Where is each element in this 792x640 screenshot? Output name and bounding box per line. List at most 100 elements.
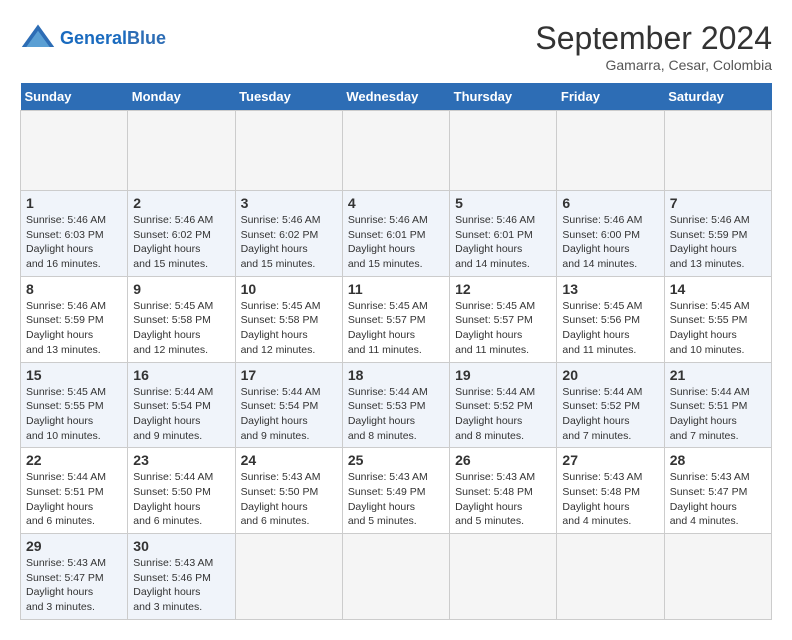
day-info: Sunrise: 5:45 AM Sunset: 5:58 PM Dayligh… [241,299,337,358]
header-thursday: Thursday [450,83,557,111]
calendar-day-cell [342,534,449,620]
page-header: GeneralBlue September 2024 Gamarra, Cesa… [20,20,772,73]
day-number: 26 [455,452,551,468]
calendar-day-cell [21,111,128,191]
calendar-week-row: 15 Sunrise: 5:45 AM Sunset: 5:55 PM Dayl… [21,362,772,448]
day-info: Sunrise: 5:44 AM Sunset: 5:50 PM Dayligh… [133,470,229,529]
day-info: Sunrise: 5:44 AM Sunset: 5:53 PM Dayligh… [348,385,444,444]
day-number: 2 [133,195,229,211]
day-info: Sunrise: 5:43 AM Sunset: 5:47 PM Dayligh… [670,470,766,529]
day-number: 5 [455,195,551,211]
day-info: Sunrise: 5:43 AM Sunset: 5:50 PM Dayligh… [241,470,337,529]
calendar-day-cell: 18 Sunrise: 5:44 AM Sunset: 5:53 PM Dayl… [342,362,449,448]
day-number: 29 [26,538,122,554]
logo-icon [20,20,56,56]
calendar-day-cell: 15 Sunrise: 5:45 AM Sunset: 5:55 PM Dayl… [21,362,128,448]
calendar-day-cell: 24 Sunrise: 5:43 AM Sunset: 5:50 PM Dayl… [235,448,342,534]
calendar-day-cell [235,534,342,620]
day-number: 13 [562,281,658,297]
day-number: 18 [348,367,444,383]
day-number: 20 [562,367,658,383]
calendar-table: Sunday Monday Tuesday Wednesday Thursday… [20,83,772,620]
day-info: Sunrise: 5:46 AM Sunset: 6:02 PM Dayligh… [241,213,337,272]
calendar-day-cell: 21 Sunrise: 5:44 AM Sunset: 5:51 PM Dayl… [664,362,771,448]
calendar-day-cell [450,111,557,191]
calendar-day-cell [342,111,449,191]
weekday-header-row: Sunday Monday Tuesday Wednesday Thursday… [21,83,772,111]
day-info: Sunrise: 5:46 AM Sunset: 6:01 PM Dayligh… [348,213,444,272]
day-number: 24 [241,452,337,468]
day-number: 14 [670,281,766,297]
day-info: Sunrise: 5:45 AM Sunset: 5:58 PM Dayligh… [133,299,229,358]
day-number: 17 [241,367,337,383]
calendar-day-cell: 3 Sunrise: 5:46 AM Sunset: 6:02 PM Dayli… [235,191,342,277]
calendar-week-row: 1 Sunrise: 5:46 AM Sunset: 6:03 PM Dayli… [21,191,772,277]
calendar-week-row: 8 Sunrise: 5:46 AM Sunset: 5:59 PM Dayli… [21,276,772,362]
header-saturday: Saturday [664,83,771,111]
header-wednesday: Wednesday [342,83,449,111]
day-info: Sunrise: 5:45 AM Sunset: 5:57 PM Dayligh… [348,299,444,358]
day-number: 11 [348,281,444,297]
day-info: Sunrise: 5:45 AM Sunset: 5:55 PM Dayligh… [26,385,122,444]
calendar-week-row [21,111,772,191]
logo-text: GeneralBlue [60,28,166,49]
day-number: 30 [133,538,229,554]
day-info: Sunrise: 5:46 AM Sunset: 6:01 PM Dayligh… [455,213,551,272]
calendar-week-row: 22 Sunrise: 5:44 AM Sunset: 5:51 PM Dayl… [21,448,772,534]
day-number: 23 [133,452,229,468]
calendar-day-cell: 13 Sunrise: 5:45 AM Sunset: 5:56 PM Dayl… [557,276,664,362]
header-monday: Monday [128,83,235,111]
day-number: 8 [26,281,122,297]
day-info: Sunrise: 5:44 AM Sunset: 5:51 PM Dayligh… [670,385,766,444]
header-friday: Friday [557,83,664,111]
calendar-day-cell [557,111,664,191]
day-number: 12 [455,281,551,297]
calendar-day-cell: 28 Sunrise: 5:43 AM Sunset: 5:47 PM Dayl… [664,448,771,534]
day-info: Sunrise: 5:46 AM Sunset: 6:02 PM Dayligh… [133,213,229,272]
calendar-day-cell: 8 Sunrise: 5:46 AM Sunset: 5:59 PM Dayli… [21,276,128,362]
calendar-day-cell: 4 Sunrise: 5:46 AM Sunset: 6:01 PM Dayli… [342,191,449,277]
day-info: Sunrise: 5:45 AM Sunset: 5:57 PM Dayligh… [455,299,551,358]
day-info: Sunrise: 5:43 AM Sunset: 5:46 PM Dayligh… [133,556,229,615]
calendar-day-cell: 22 Sunrise: 5:44 AM Sunset: 5:51 PM Dayl… [21,448,128,534]
calendar-day-cell: 29 Sunrise: 5:43 AM Sunset: 5:47 PM Dayl… [21,534,128,620]
day-number: 7 [670,195,766,211]
calendar-day-cell: 30 Sunrise: 5:43 AM Sunset: 5:46 PM Dayl… [128,534,235,620]
day-info: Sunrise: 5:46 AM Sunset: 6:03 PM Dayligh… [26,213,122,272]
calendar-day-cell: 11 Sunrise: 5:45 AM Sunset: 5:57 PM Dayl… [342,276,449,362]
calendar-day-cell [128,111,235,191]
calendar-day-cell: 10 Sunrise: 5:45 AM Sunset: 5:58 PM Dayl… [235,276,342,362]
calendar-day-cell [235,111,342,191]
calendar-day-cell: 25 Sunrise: 5:43 AM Sunset: 5:49 PM Dayl… [342,448,449,534]
calendar-day-cell: 1 Sunrise: 5:46 AM Sunset: 6:03 PM Dayli… [21,191,128,277]
calendar-day-cell: 14 Sunrise: 5:45 AM Sunset: 5:55 PM Dayl… [664,276,771,362]
calendar-day-cell: 20 Sunrise: 5:44 AM Sunset: 5:52 PM Dayl… [557,362,664,448]
day-number: 3 [241,195,337,211]
day-info: Sunrise: 5:45 AM Sunset: 5:55 PM Dayligh… [670,299,766,358]
header-sunday: Sunday [21,83,128,111]
day-number: 21 [670,367,766,383]
day-number: 27 [562,452,658,468]
calendar-day-cell [664,534,771,620]
day-info: Sunrise: 5:46 AM Sunset: 6:00 PM Dayligh… [562,213,658,272]
day-number: 6 [562,195,658,211]
day-info: Sunrise: 5:44 AM Sunset: 5:54 PM Dayligh… [241,385,337,444]
day-info: Sunrise: 5:44 AM Sunset: 5:51 PM Dayligh… [26,470,122,529]
logo: GeneralBlue [20,20,166,56]
calendar-day-cell [664,111,771,191]
day-number: 4 [348,195,444,211]
calendar-day-cell: 6 Sunrise: 5:46 AM Sunset: 6:00 PM Dayli… [557,191,664,277]
day-number: 9 [133,281,229,297]
calendar-day-cell: 27 Sunrise: 5:43 AM Sunset: 5:48 PM Dayl… [557,448,664,534]
day-number: 15 [26,367,122,383]
month-title: September 2024 [535,20,772,57]
calendar-day-cell: 2 Sunrise: 5:46 AM Sunset: 6:02 PM Dayli… [128,191,235,277]
day-info: Sunrise: 5:45 AM Sunset: 5:56 PM Dayligh… [562,299,658,358]
day-info: Sunrise: 5:46 AM Sunset: 5:59 PM Dayligh… [670,213,766,272]
calendar-day-cell: 12 Sunrise: 5:45 AM Sunset: 5:57 PM Dayl… [450,276,557,362]
day-info: Sunrise: 5:44 AM Sunset: 5:52 PM Dayligh… [455,385,551,444]
calendar-day-cell [450,534,557,620]
day-info: Sunrise: 5:43 AM Sunset: 5:48 PM Dayligh… [562,470,658,529]
calendar-day-cell: 9 Sunrise: 5:45 AM Sunset: 5:58 PM Dayli… [128,276,235,362]
day-number: 16 [133,367,229,383]
